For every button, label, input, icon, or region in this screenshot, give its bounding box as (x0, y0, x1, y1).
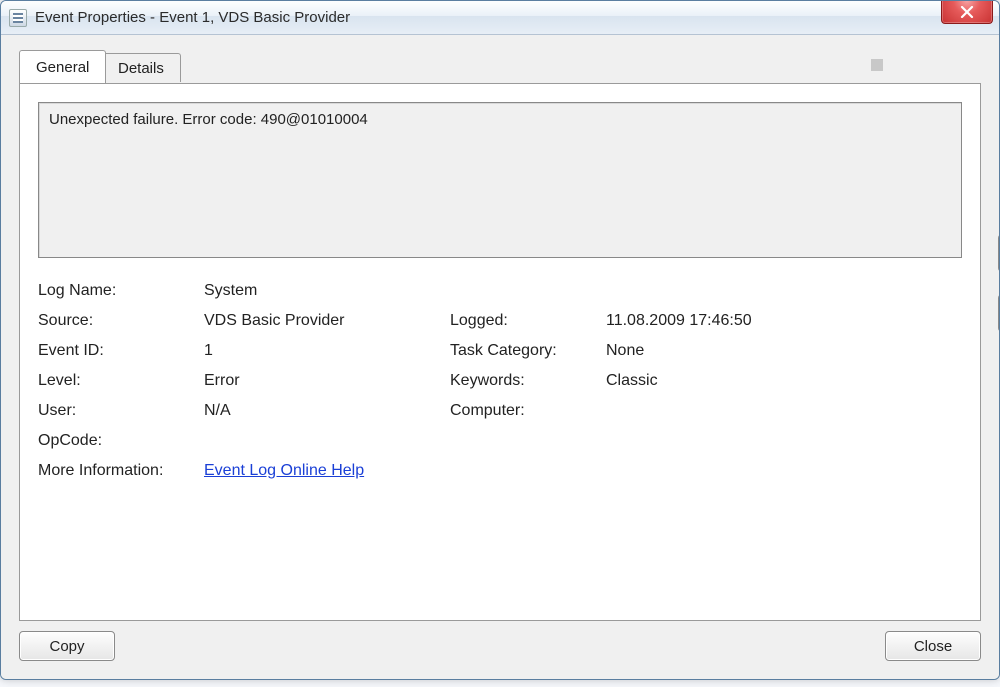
copy-button-label: Copy (49, 638, 84, 655)
value-user: N/A (204, 402, 444, 420)
value-event-id: 1 (204, 342, 444, 360)
window-title: Event Properties - Event 1, VDS Basic Pr… (35, 9, 350, 26)
event-description-box[interactable]: Unexpected failure. Error code: 490@0101… (38, 102, 962, 258)
label-opcode: OpCode: (38, 432, 198, 450)
label-task-category: Task Category: (450, 342, 600, 360)
client-area: General Details Unexpected failure. Erro… (1, 35, 999, 679)
value-logged: 11.08.2009 17:46:50 (606, 312, 962, 330)
label-user: User: (38, 402, 198, 420)
close-button[interactable]: Close (885, 631, 981, 661)
label-level: Level: (38, 372, 198, 390)
value-log-name: System (204, 282, 962, 300)
value-keywords: Classic (606, 372, 962, 390)
close-icon (960, 6, 974, 18)
value-source: VDS Basic Provider (204, 312, 444, 330)
page-root: { "window": { "title": "Event Properties… (0, 0, 1000, 687)
dialog-button-row: Copy Close (19, 631, 981, 669)
label-computer: Computer: (450, 402, 600, 420)
tab-decor-square (871, 59, 883, 71)
tab-general-page: Unexpected failure. Error code: 490@0101… (19, 83, 981, 621)
titlebar[interactable]: Event Properties - Event 1, VDS Basic Pr… (1, 1, 999, 35)
tab-details[interactable]: Details (101, 53, 181, 82)
close-button-label: Close (914, 638, 952, 655)
value-opcode (204, 432, 962, 450)
label-more-info: More Information: (38, 462, 198, 480)
properties-grid: Log Name: System Source: VDS Basic Provi… (38, 282, 962, 480)
label-keywords: Keywords: (450, 372, 600, 390)
tab-details-label: Details (118, 60, 164, 77)
event-description-text: Unexpected failure. Error code: 490@0101… (49, 111, 368, 128)
label-source: Source: (38, 312, 198, 330)
app-icon (9, 9, 27, 27)
tabstrip: General Details (19, 51, 981, 83)
value-task-category: None (606, 342, 962, 360)
link-event-log-online-help[interactable]: Event Log Online Help (204, 462, 364, 479)
dialog-window: Event Properties - Event 1, VDS Basic Pr… (0, 0, 1000, 680)
value-computer (606, 402, 962, 420)
label-event-id: Event ID: (38, 342, 198, 360)
window-close-button[interactable] (941, 0, 993, 24)
label-log-name: Log Name: (38, 282, 198, 300)
tab-general[interactable]: General (19, 50, 106, 83)
value-level: Error (204, 372, 444, 390)
copy-button[interactable]: Copy (19, 631, 115, 661)
tab-general-label: General (36, 59, 89, 76)
label-logged: Logged: (450, 312, 600, 330)
